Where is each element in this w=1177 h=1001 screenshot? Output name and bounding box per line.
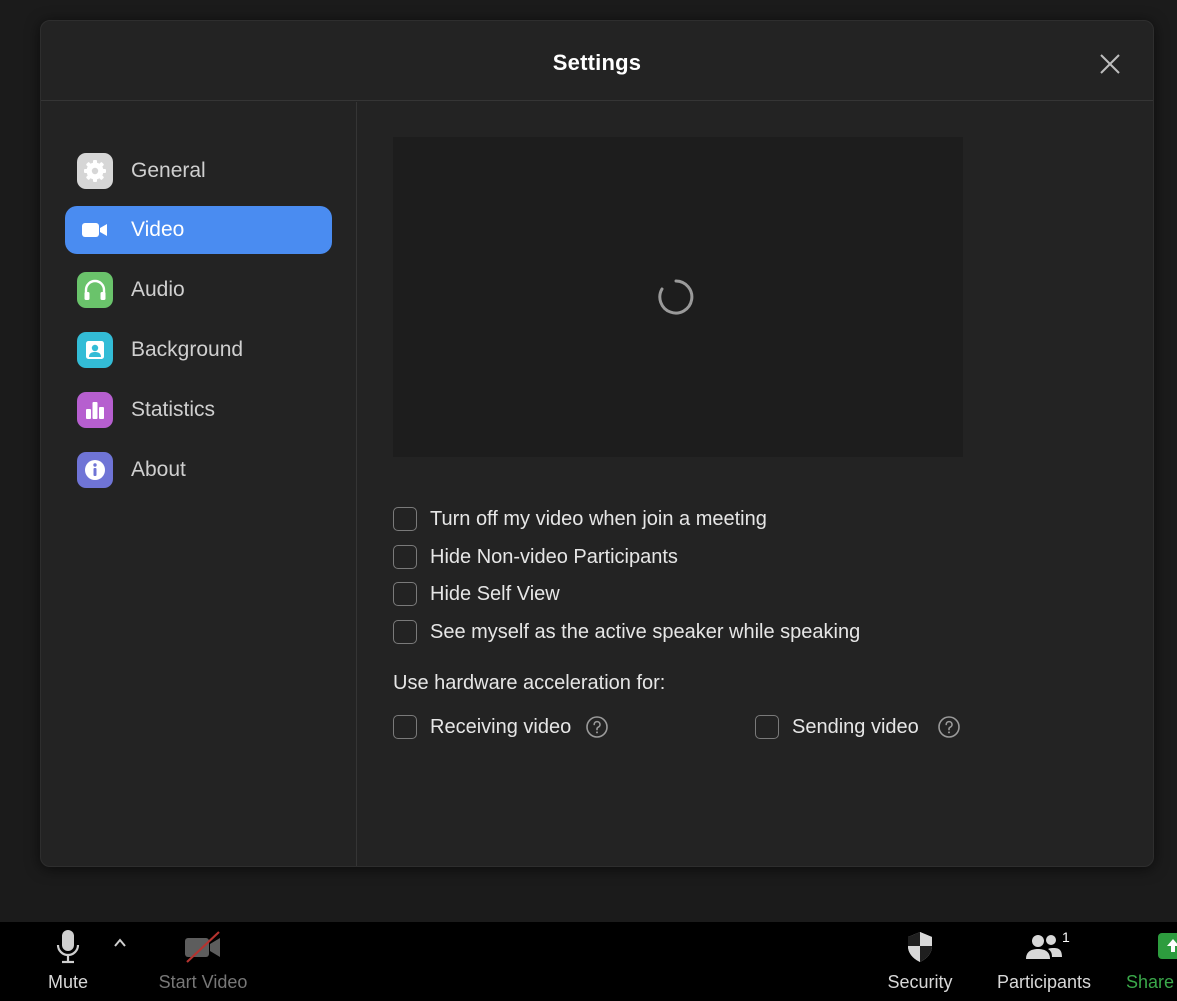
checkbox[interactable] bbox=[393, 545, 417, 569]
close-button[interactable] bbox=[1097, 51, 1123, 77]
settings-dialog: Settings General Video Audio Background … bbox=[40, 20, 1154, 867]
video-off-icon bbox=[185, 931, 220, 963]
sidebar-item-label: Audio bbox=[131, 278, 185, 301]
checkbox[interactable] bbox=[393, 620, 417, 644]
checkbox[interactable] bbox=[755, 715, 779, 739]
info-icon bbox=[77, 452, 113, 488]
sidebar-item-audio[interactable]: Audio bbox=[65, 266, 332, 314]
sidebar-item-statistics[interactable]: Statistics bbox=[65, 386, 332, 434]
shield-icon bbox=[908, 932, 932, 962]
microphone-icon bbox=[56, 930, 80, 964]
checkbox[interactable] bbox=[393, 507, 417, 531]
sidebar-item-video[interactable]: Video bbox=[65, 206, 332, 254]
meeting-toolbar: Mute Start Video Security Participants S… bbox=[0, 922, 1177, 1001]
dialog-title: Settings bbox=[552, 50, 642, 75]
hw-accel-label: Use hardware acceleration for: bbox=[393, 672, 666, 694]
loading-spinner-icon bbox=[658, 279, 694, 315]
start-video-label: Start Video bbox=[158, 972, 248, 992]
option-label: Turn off my video when join a meeting bbox=[430, 508, 767, 530]
option-label: Receiving video bbox=[430, 716, 572, 738]
option-hide-non-video[interactable]: Hide Non-video Participants bbox=[393, 544, 713, 570]
option-label: See myself as the active speaker while s… bbox=[430, 621, 861, 643]
participants-icon bbox=[1026, 935, 1062, 959]
close-icon bbox=[1100, 54, 1120, 74]
participants-button[interactable]: Participants bbox=[990, 922, 1098, 1001]
audio-options-chevron-icon[interactable] bbox=[112, 936, 128, 950]
video-settings-panel: Turn off my video when join a meeting Hi… bbox=[358, 102, 1153, 866]
share-label: Share bbox=[1126, 972, 1175, 992]
sidebar-item-background[interactable]: Background bbox=[65, 326, 332, 374]
sidebar-item-label: General bbox=[131, 159, 206, 182]
sidebar-item-about[interactable]: About bbox=[65, 446, 332, 494]
gear-icon bbox=[77, 153, 113, 189]
dialog-header: Settings bbox=[41, 21, 1153, 101]
security-button[interactable]: Security bbox=[880, 922, 960, 1001]
option-turn-off-video[interactable]: Turn off my video when join a meeting bbox=[393, 506, 813, 532]
option-active-speaker[interactable]: See myself as the active speaker while s… bbox=[393, 619, 873, 645]
video-preview bbox=[393, 137, 963, 457]
option-hide-self-view[interactable]: Hide Self View bbox=[393, 581, 613, 607]
checkbox[interactable] bbox=[393, 582, 417, 606]
sidebar-item-label: About bbox=[131, 458, 186, 481]
background-portrait-icon bbox=[77, 332, 113, 368]
settings-sidebar: General Video Audio Background Statistic… bbox=[41, 102, 357, 866]
help-icon[interactable] bbox=[585, 715, 609, 739]
option-label: Hide Non-video Participants bbox=[430, 546, 678, 568]
option-receiving-video[interactable]: Receiving video bbox=[393, 714, 633, 740]
option-label: Hide Self View bbox=[430, 583, 560, 605]
help-icon[interactable] bbox=[937, 715, 961, 739]
option-label: Sending video bbox=[792, 716, 919, 738]
share-screen-icon bbox=[1158, 933, 1177, 959]
sidebar-item-label: Video bbox=[131, 218, 185, 241]
participants-count-badge: 1 bbox=[1062, 929, 1070, 945]
sidebar-item-label: Background bbox=[131, 338, 244, 361]
participants-label: Participants bbox=[996, 972, 1092, 992]
option-sending-video[interactable]: Sending video bbox=[755, 714, 965, 740]
mute-label: Mute bbox=[47, 972, 89, 992]
checkbox[interactable] bbox=[393, 715, 417, 739]
video-camera-icon bbox=[77, 212, 113, 248]
security-label: Security bbox=[887, 972, 953, 992]
sidebar-item-label: Statistics bbox=[131, 398, 216, 421]
share-button[interactable]: Share bbox=[1126, 922, 1177, 1001]
mute-button[interactable]: Mute bbox=[28, 922, 108, 1001]
start-video-button[interactable]: Start Video bbox=[148, 922, 258, 1001]
sidebar-item-general[interactable]: General bbox=[65, 147, 332, 195]
headphones-icon bbox=[77, 272, 113, 308]
bar-chart-icon bbox=[77, 392, 113, 428]
